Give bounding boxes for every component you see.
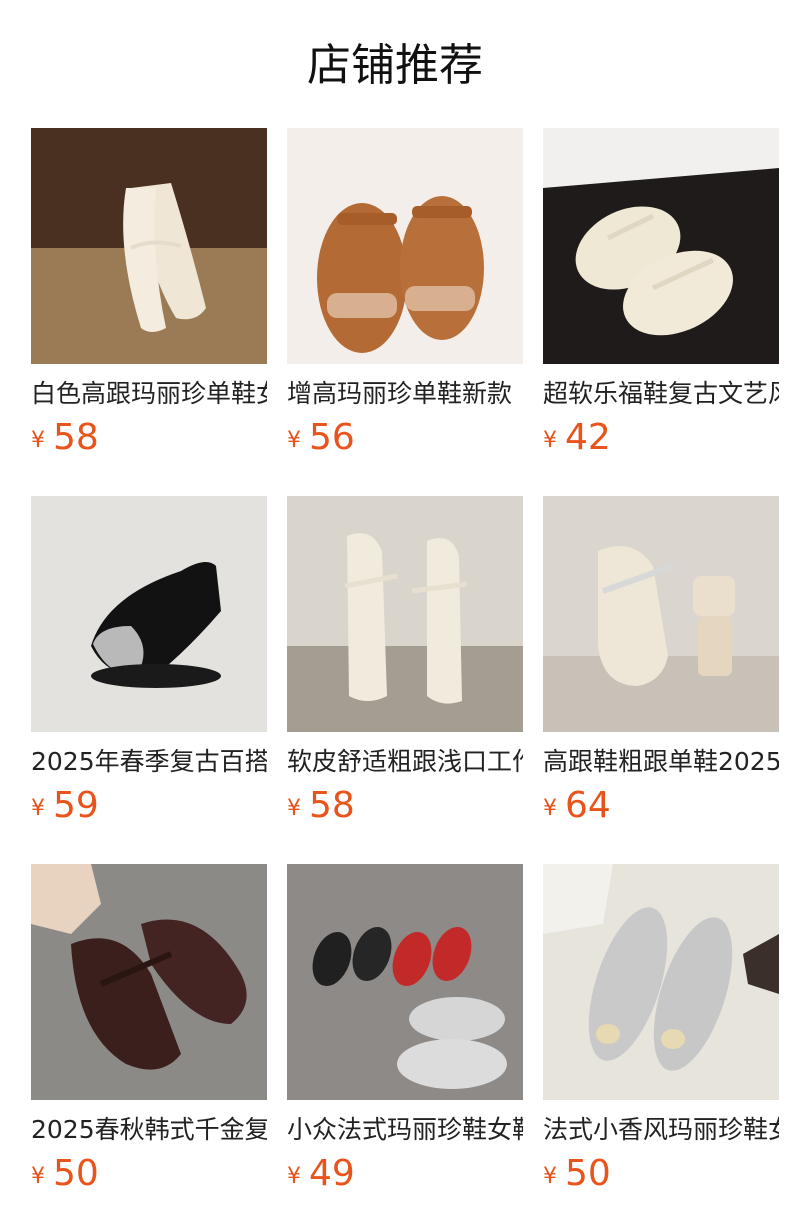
product-name[interactable]: 增高玛丽珍单鞋新款 <box>287 376 523 412</box>
product-card[interactable]: 增高玛丽珍单鞋新款 ¥56 <box>287 128 523 460</box>
currency-symbol: ¥ <box>287 796 301 821</box>
product-card[interactable]: 2025年春季复古百搭 ¥59 <box>31 496 267 828</box>
product-image[interactable] <box>31 864 267 1100</box>
product-name[interactable]: 软皮舒适粗跟浅口工作 <box>287 744 523 780</box>
section-title: 店铺推荐 <box>307 40 483 91</box>
currency-symbol: ¥ <box>31 1164 45 1189</box>
product-image[interactable] <box>543 864 779 1100</box>
product-card[interactable]: 高跟鞋粗跟单鞋2025 ¥64 <box>543 496 779 828</box>
product-price: ¥58 <box>31 416 267 460</box>
currency-symbol: ¥ <box>31 428 45 453</box>
product-image[interactable] <box>543 496 779 732</box>
product-card[interactable]: 白色高跟玛丽珍单鞋女 ¥58 <box>31 128 267 460</box>
product-price: ¥59 <box>31 784 267 828</box>
price-value: 64 <box>565 785 611 826</box>
product-price: ¥50 <box>31 1152 267 1196</box>
currency-symbol: ¥ <box>543 796 557 821</box>
product-price: ¥56 <box>287 416 523 460</box>
price-value: 58 <box>309 785 355 826</box>
product-image[interactable] <box>31 496 267 732</box>
currency-symbol: ¥ <box>287 428 301 453</box>
product-price: ¥64 <box>543 784 779 828</box>
product-image[interactable] <box>31 128 267 364</box>
price-value: 59 <box>53 785 99 826</box>
price-value: 58 <box>53 417 99 458</box>
product-image[interactable] <box>287 496 523 732</box>
product-card[interactable]: 法式小香风玛丽珍鞋女 ¥50 <box>543 864 779 1196</box>
product-name[interactable]: 超软乐福鞋复古文艺风 <box>543 376 779 412</box>
product-price: ¥50 <box>543 1152 779 1196</box>
product-image[interactable] <box>543 128 779 364</box>
price-value: 56 <box>309 417 355 458</box>
product-price: ¥49 <box>287 1152 523 1196</box>
product-name[interactable]: 小众法式玛丽珍鞋女鞋 <box>287 1112 523 1148</box>
product-name[interactable]: 白色高跟玛丽珍单鞋女 <box>31 376 267 412</box>
product-price: ¥42 <box>543 416 779 460</box>
product-card[interactable]: 小众法式玛丽珍鞋女鞋 ¥49 <box>287 864 523 1196</box>
product-image[interactable] <box>287 128 523 364</box>
product-card[interactable]: 软皮舒适粗跟浅口工作 ¥58 <box>287 496 523 828</box>
product-card[interactable]: 超软乐福鞋复古文艺风 ¥42 <box>543 128 779 460</box>
price-value: 42 <box>565 417 611 458</box>
product-name[interactable]: 高跟鞋粗跟单鞋2025 <box>543 744 779 780</box>
currency-symbol: ¥ <box>287 1164 301 1189</box>
product-card[interactable]: 2025春秋韩式千金复古 ¥50 <box>31 864 267 1196</box>
price-value: 50 <box>53 1153 99 1194</box>
product-image[interactable] <box>287 864 523 1100</box>
product-price: ¥58 <box>287 784 523 828</box>
currency-symbol: ¥ <box>543 1164 557 1189</box>
currency-symbol: ¥ <box>543 428 557 453</box>
price-value: 49 <box>309 1153 355 1194</box>
product-name[interactable]: 2025年春季复古百搭 <box>31 744 267 780</box>
currency-symbol: ¥ <box>31 796 45 821</box>
price-value: 50 <box>565 1153 611 1194</box>
product-name[interactable]: 法式小香风玛丽珍鞋女 <box>543 1112 779 1148</box>
product-name[interactable]: 2025春秋韩式千金复古 <box>31 1112 267 1148</box>
